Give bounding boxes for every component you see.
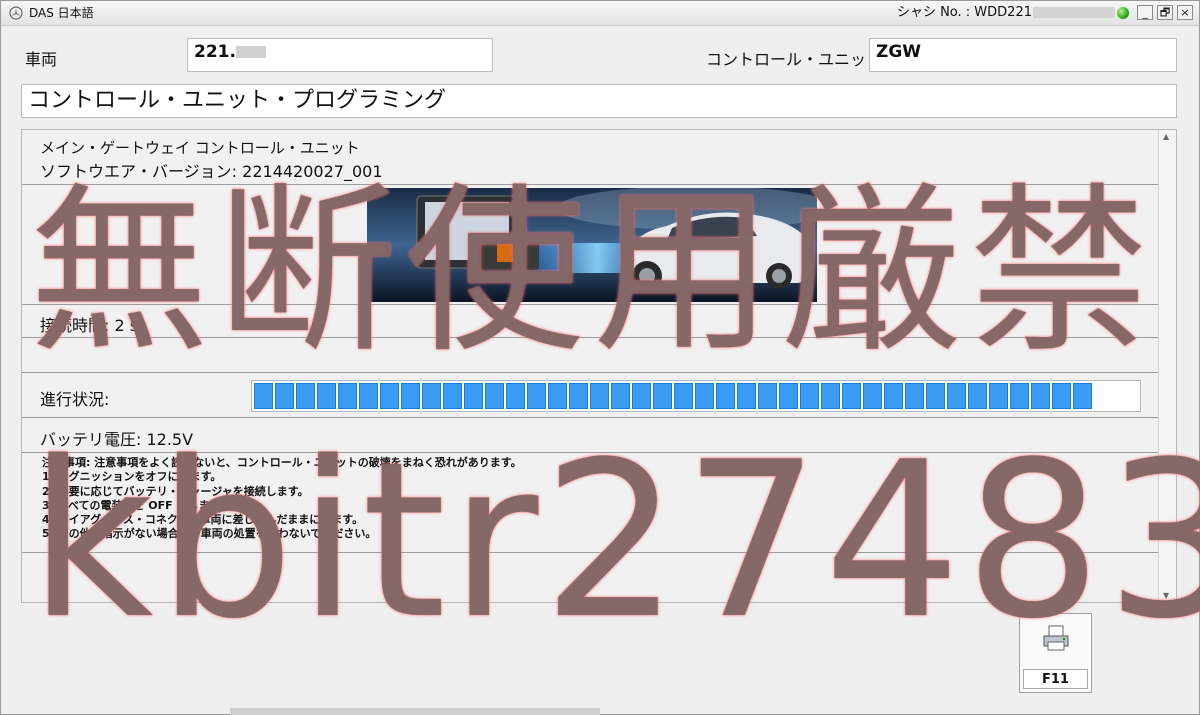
redacted-area [235,46,266,58]
progress-segment [485,383,504,409]
progress-segment [779,383,798,409]
progress-segment [926,383,945,409]
progress-segment [1073,383,1092,409]
restore-button[interactable]: 🗗 [1157,5,1173,20]
progress-segment [506,383,525,409]
progress-segment [1010,383,1029,409]
unit-name: メイン・ゲートウェイ コントロール・ユニット [40,139,360,157]
connection-status-icon [1117,7,1129,19]
progress-segment [254,383,273,409]
caution-item: 1. イグニッションをオフにします。 [42,470,222,484]
progress-segment [968,383,987,409]
progress-segment [695,383,714,409]
progress-segment [863,383,882,409]
taskbar-edge [230,708,600,715]
redacted-area [1033,7,1115,18]
progress-bar [251,380,1141,412]
progress-segment [737,383,756,409]
progress-fill [254,383,1094,409]
app-title: DAS 日本語 [29,6,94,20]
print-button[interactable]: F11 [1019,613,1092,693]
print-button-key: F11 [1023,669,1088,689]
progress-segment [275,383,294,409]
progress-segment [716,383,735,409]
page-title: コントロール・ユニット・プログラミング [21,84,1177,118]
progress-segment [569,383,588,409]
progress-segment [527,383,546,409]
progress-segment [464,383,483,409]
vehicle-value: 221. [194,42,236,62]
progress-segment [548,383,567,409]
progress-segment [674,383,693,409]
progress-segment [653,383,672,409]
connection-time: 接続時間: 2 s [40,316,139,335]
caution-item: 5. その他の指示がない場合は、車両の処置を行わないでください。 [42,527,377,541]
progress-segment [590,383,609,409]
progress-segment [338,383,357,409]
progress-segment [443,383,462,409]
control-unit-field: ZGW [869,38,1177,72]
progress-label: 進行状況: [40,390,110,409]
product-banner-image [367,188,817,302]
vehicle-label: 車両 [25,50,58,69]
progress-segment [296,383,315,409]
progress-segment [947,383,966,409]
control-unit-label: コントロール・ユニット [706,50,883,69]
progress-segment [380,383,399,409]
caution-item: 2. 必要に応じてバッテリ・チャージャを接続します。 [42,484,309,498]
chassis-number: シャシ No. : WDD221 [897,1,1115,25]
connection-row: 接続時間: 2 s [22,305,1160,338]
progress-segment [632,383,651,409]
printer-icon [1043,625,1069,651]
title-bar: DAS 日本語 シャシ No. : WDD221 _ 🗗 × [1,1,1199,26]
progress-segment [905,383,924,409]
chassis-number-text: シャシ No. : WDD221 [896,5,1032,20]
progress-segment [989,383,1008,409]
caution-notes: 注意事項: 注意事項をよく読まないと、コントロール・ユニットの破壊をまねく恐れが… [42,456,522,542]
progress-segment [1052,383,1071,409]
unit-info-row: メイン・ゲートウェイ コントロール・ユニット ソフトウエア・バージョン: 221… [22,130,1160,185]
control-unit-value: ZGW [876,42,922,62]
caution-heading: 注意事項: 注意事項をよく読まないと、コントロール・ユニットの破壊をまねく恐れが… [42,456,522,469]
caution-item: 4. ダイアグノシス・コネクタは車両に差し込んだままにします。 [42,513,364,527]
progress-segment [401,383,420,409]
progress-segment [422,383,441,409]
vehicle-field: 221. [187,38,493,72]
progress-segment [611,383,630,409]
software-version: ソフトウエア・バージョン: 2214420027_001 [40,162,383,181]
progress-segment [317,383,336,409]
vertical-scrollbar[interactable]: ▲ ▼ [1158,130,1176,602]
scroll-up-icon[interactable]: ▲ [1163,132,1169,141]
minimize-button[interactable]: _ [1137,5,1153,20]
spacer-row [22,338,1160,373]
mercedes-star-icon [9,6,23,20]
battery-row: バッテリ電圧: 12.5V [22,418,1160,453]
application-window: DAS 日本語 シャシ No. : WDD221 _ 🗗 × 車両 221. コ… [0,0,1200,715]
progress-segment [758,383,777,409]
scroll-down-icon[interactable]: ▼ [1163,591,1169,600]
progress-segment [1031,383,1050,409]
close-button[interactable]: × [1177,5,1193,20]
battery-voltage: バッテリ電圧: 12.5V [40,430,194,449]
caution-item: 3. すべての電装品を OFF にします。 [42,498,231,512]
progress-segment [884,383,903,409]
progress-segment [842,383,861,409]
progress-segment [800,383,819,409]
progress-segment [821,383,840,409]
info-panel: メイン・ゲートウェイ コントロール・ユニット ソフトウエア・バージョン: 221… [21,129,1177,603]
progress-segment [359,383,378,409]
